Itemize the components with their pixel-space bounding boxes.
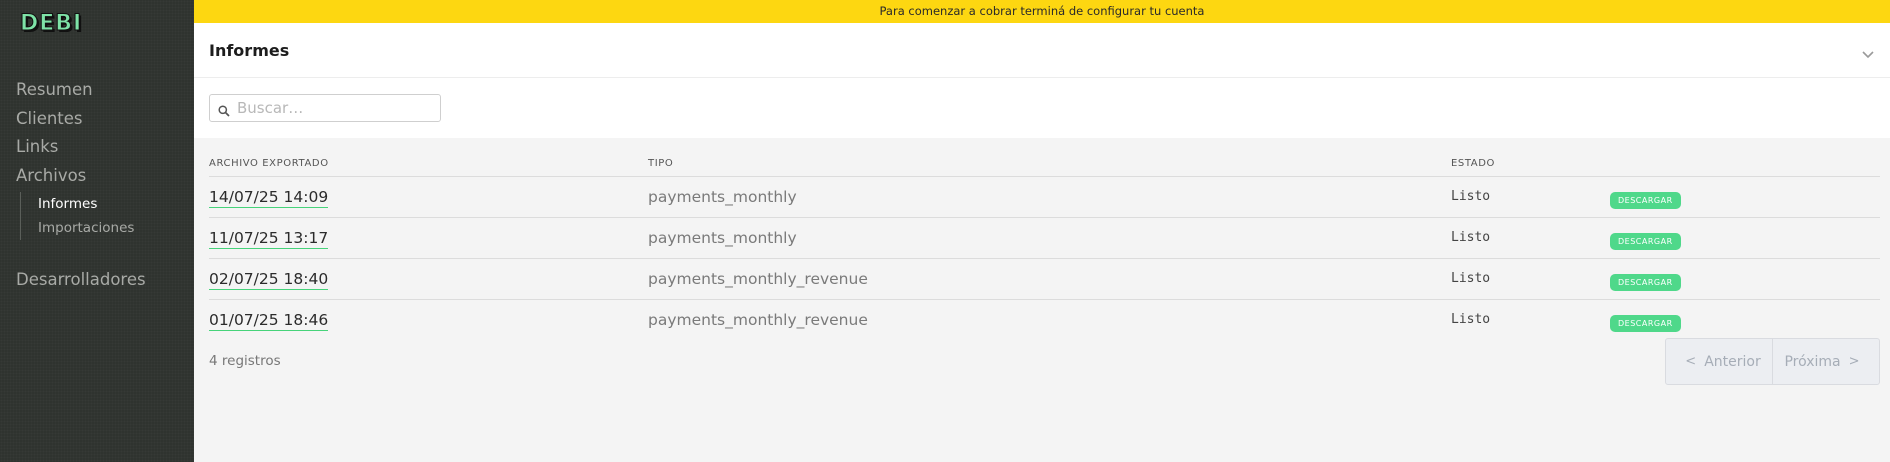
sidebar-item-desarrolladores[interactable]: Desarrolladores [16,266,146,295]
setup-banner[interactable]: Para comenzar a cobrar terminá de config… [194,0,1890,23]
column-archivo-exportado[interactable]: ARCHIVO EXPORTADO [209,158,329,169]
table-row: 02/07/25 18:40 payments_monthly_revenue … [209,259,1880,300]
sidebar-nav: Resumen Clientes Links Archivos Informes… [16,76,146,295]
table-row: 14/07/25 14:09 payments_monthly Listo DE… [209,177,1880,218]
column-tipo[interactable]: TIPO [648,158,673,169]
prev-page-button[interactable]: < Anterior [1666,339,1772,384]
report-date-link[interactable]: 14/07/25 14:09 [209,188,329,208]
table-row: 01/07/25 18:46 payments_monthly_revenue … [209,300,1880,341]
sidebar-item-links[interactable]: Links [16,133,146,162]
page-header: Informes [194,23,1890,78]
download-button[interactable]: DESCARGAR [1610,274,1681,291]
table-row: 11/07/25 13:17 payments_monthly Listo DE… [209,218,1880,259]
chevron-left-icon: < [1685,354,1697,369]
debi-logo-mark: DEBI DEBI [20,11,84,39]
chevron-down-icon[interactable] [1862,44,1874,63]
sidebar: DEBI DEBI Resumen Clientes Links Archivo… [0,0,194,462]
prev-page-label: Anterior [1704,353,1761,370]
sidebar-item-resumen[interactable]: Resumen [16,76,146,105]
sidebar-item-archivos[interactable]: Archivos [16,162,146,191]
download-button[interactable]: DESCARGAR [1610,192,1681,209]
search-box [209,94,441,122]
page-title: Informes [209,41,290,60]
debi-logo-text: DEBI [20,11,82,36]
report-date-link[interactable]: 11/07/25 13:17 [209,229,329,249]
report-type: payments_monthly_revenue [648,270,868,288]
reports-table: ARCHIVO EXPORTADO TIPO ESTADO 14/07/25 1… [209,155,1880,341]
report-status: Listo [1451,312,1491,327]
table-header: ARCHIVO EXPORTADO TIPO ESTADO [209,155,1880,177]
next-page-label: Próxima [1784,353,1841,370]
sidebar-subitem-informes[interactable]: Informes [38,192,146,216]
sidebar-subitem-importaciones[interactable]: Importaciones [38,216,146,240]
search-input[interactable] [237,95,437,121]
debi-logo[interactable]: DEBI DEBI [19,10,101,40]
sidebar-subnav-archivos: Informes Importaciones [20,192,146,240]
report-type: payments_monthly_revenue [648,311,868,329]
search-icon [218,102,230,121]
setup-banner-text: Para comenzar a cobrar terminá de config… [879,4,1205,18]
chevron-right-icon: > [1848,354,1860,369]
column-estado[interactable]: ESTADO [1451,158,1495,169]
report-date-link[interactable]: 02/07/25 18:40 [209,270,329,290]
report-status: Listo [1451,271,1491,286]
next-page-button[interactable]: Próxima > [1772,339,1879,384]
report-status: Listo [1451,189,1491,204]
sidebar-item-clientes[interactable]: Clientes [16,105,146,134]
report-date-link[interactable]: 01/07/25 18:46 [209,311,329,331]
download-button[interactable]: DESCARGAR [1610,315,1681,332]
search-area [194,78,1890,138]
report-type: payments_monthly [648,188,797,206]
download-button[interactable]: DESCARGAR [1610,233,1681,250]
records-count: 4 registros [209,353,281,369]
report-status: Listo [1451,230,1491,245]
pagination: < Anterior Próxima > [1665,338,1880,385]
report-type: payments_monthly [648,229,797,247]
